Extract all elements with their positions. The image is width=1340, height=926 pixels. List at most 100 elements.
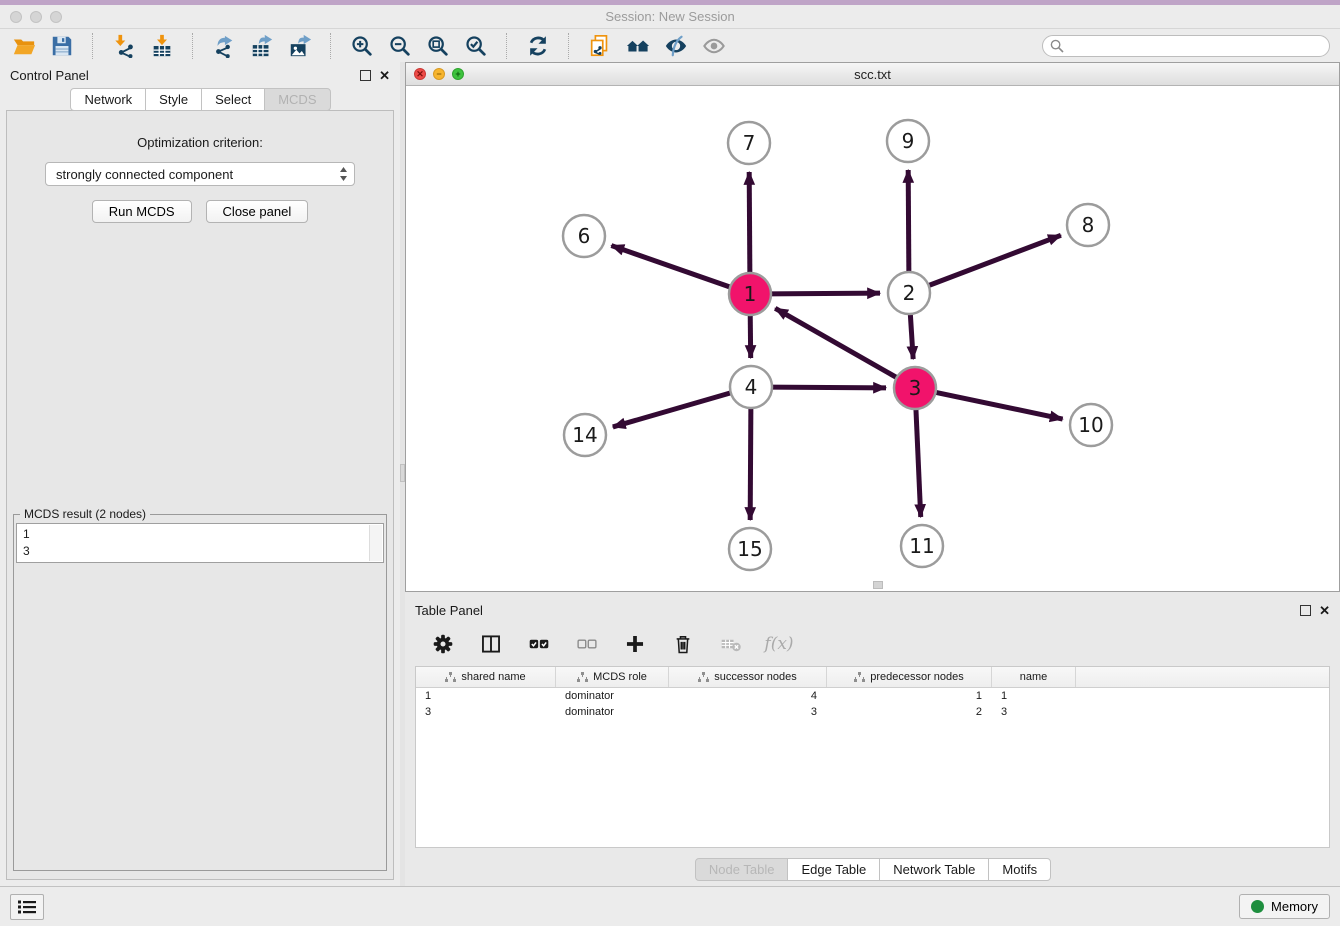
edge-4-14[interactable] [613, 392, 733, 427]
column-label: predecessor nodes [870, 671, 964, 683]
close-table-panel-icon[interactable]: ✕ [1319, 604, 1330, 617]
table-row[interactable]: 3dominator323 [416, 704, 1329, 720]
edge-2-8[interactable] [927, 235, 1061, 286]
column-header-predecessor-nodes[interactable]: predecessor nodes [827, 667, 992, 687]
table-cell[interactable]: 1 [416, 688, 556, 704]
tab-network[interactable]: Network [70, 88, 146, 111]
edge-3-11[interactable] [916, 407, 921, 517]
select-all-button[interactable] [525, 630, 553, 658]
search-input[interactable] [1042, 35, 1330, 57]
tab-network-table[interactable]: Network Table [879, 858, 989, 881]
clone-network-button[interactable] [586, 32, 614, 60]
edge-4-3[interactable] [770, 387, 886, 388]
table-cell[interactable]: 4 [669, 688, 827, 704]
criterion-select[interactable]: strongly connected component [45, 162, 355, 186]
show-columns-button[interactable] [477, 630, 505, 658]
zoom-out-button[interactable] [386, 32, 414, 60]
table-cell[interactable]: 3 [992, 704, 1076, 720]
close-panel-icon[interactable]: ✕ [379, 69, 390, 82]
node-1[interactable]: 1 [729, 273, 771, 315]
delete-table-button[interactable] [717, 630, 745, 658]
export-image-button[interactable] [286, 32, 314, 60]
edge-1-2[interactable] [769, 293, 880, 294]
table-cell[interactable]: 1 [992, 688, 1076, 704]
node-2[interactable]: 2 [888, 272, 930, 314]
import-table-button[interactable] [148, 32, 176, 60]
deselect-all-button[interactable] [573, 630, 601, 658]
column-header-shared-name[interactable]: shared name [416, 667, 556, 687]
node-11[interactable]: 11 [901, 525, 943, 567]
table-cell[interactable]: 2 [827, 704, 992, 720]
add-column-button[interactable] [621, 630, 649, 658]
svg-text:2: 2 [903, 281, 916, 305]
zoom-in-button[interactable] [348, 32, 376, 60]
tab-mcds[interactable]: MCDS [264, 88, 330, 111]
tab-motifs[interactable]: Motifs [988, 858, 1051, 881]
tab-style[interactable]: Style [145, 88, 202, 111]
export-table-button[interactable] [248, 32, 276, 60]
table-cell[interactable]: 1 [827, 688, 992, 704]
node-3[interactable]: 3 [894, 367, 936, 409]
node-14[interactable]: 14 [564, 414, 606, 456]
edge-1-7[interactable] [749, 172, 750, 275]
table-settings-button[interactable] [429, 630, 457, 658]
result-scrollbar[interactable] [369, 525, 382, 561]
edge-3-1[interactable] [775, 308, 898, 378]
network-graph[interactable]: 7 9 6 8 1 2 4 3 14 10 15 11 [406, 86, 1339, 591]
column-header-MCDS-role[interactable]: MCDS role [556, 667, 669, 687]
open-file-button[interactable] [10, 32, 38, 60]
import-network-button[interactable] [110, 32, 138, 60]
memory-label: Memory [1271, 899, 1318, 914]
network-canvas-container[interactable]: 7 9 6 8 1 2 4 3 14 10 15 11 [406, 86, 1339, 591]
network-window-titlebar: ✕ − + scc.txt [406, 63, 1339, 86]
node-7[interactable]: 7 [728, 122, 770, 164]
export-network-button[interactable] [210, 32, 238, 60]
column-header-name[interactable]: name [992, 667, 1076, 687]
task-history-button[interactable] [10, 894, 44, 920]
save-session-button[interactable] [48, 32, 76, 60]
zoom-in-icon [350, 34, 374, 58]
delete-column-button[interactable] [669, 630, 697, 658]
mcds-result-legend: MCDS result (2 nodes) [20, 507, 150, 521]
toolbar-separator [568, 33, 570, 59]
table-cell[interactable]: 3 [416, 704, 556, 720]
tab-node-table[interactable]: Node Table [695, 858, 789, 881]
export-table-icon [250, 34, 274, 58]
show-all-button[interactable] [700, 32, 728, 60]
edge-4-15[interactable] [750, 406, 751, 520]
node-10[interactable]: 10 [1070, 404, 1112, 446]
edge-2-3[interactable] [910, 312, 913, 359]
criterion-select-value: strongly connected component [56, 167, 233, 182]
table-tabs: Node Table Edge Table Network Table Moti… [415, 858, 1330, 881]
edge-2-9[interactable] [908, 170, 909, 274]
node-4[interactable]: 4 [730, 366, 772, 408]
canvas-scroll-handle[interactable] [873, 581, 883, 589]
hide-selected-button[interactable] [662, 32, 690, 60]
tab-edge-table[interactable]: Edge Table [787, 858, 880, 881]
node-8[interactable]: 8 [1067, 204, 1109, 246]
table-row[interactable]: 1dominator411 [416, 688, 1329, 704]
refresh-view-button[interactable] [524, 32, 552, 60]
edge-1-6[interactable] [611, 246, 732, 288]
apply-layout-button[interactable] [624, 32, 652, 60]
clone-network-icon [588, 34, 612, 58]
edge-3-10[interactable] [934, 392, 1063, 419]
float-panel-icon[interactable] [360, 70, 371, 81]
memory-button[interactable]: Memory [1239, 894, 1330, 919]
node-6[interactable]: 6 [563, 215, 605, 257]
table-cell[interactable]: 3 [669, 704, 827, 720]
table-cell[interactable]: dominator [556, 688, 669, 704]
table-cell[interactable]: dominator [556, 704, 669, 720]
node-15[interactable]: 15 [729, 528, 771, 570]
zoom-fit-button[interactable] [424, 32, 452, 60]
zoom-selected-button[interactable] [462, 32, 490, 60]
close-panel-button[interactable]: Close panel [206, 200, 309, 223]
float-table-panel-icon[interactable] [1300, 605, 1311, 616]
function-builder-button[interactable]: f(x) [765, 630, 793, 658]
node-9[interactable]: 9 [887, 120, 929, 162]
svg-text:15: 15 [737, 537, 762, 561]
checked-boxes-icon [528, 633, 550, 655]
run-mcds-button[interactable]: Run MCDS [92, 200, 192, 223]
column-header-successor-nodes[interactable]: successor nodes [669, 667, 827, 687]
tab-select[interactable]: Select [201, 88, 265, 111]
